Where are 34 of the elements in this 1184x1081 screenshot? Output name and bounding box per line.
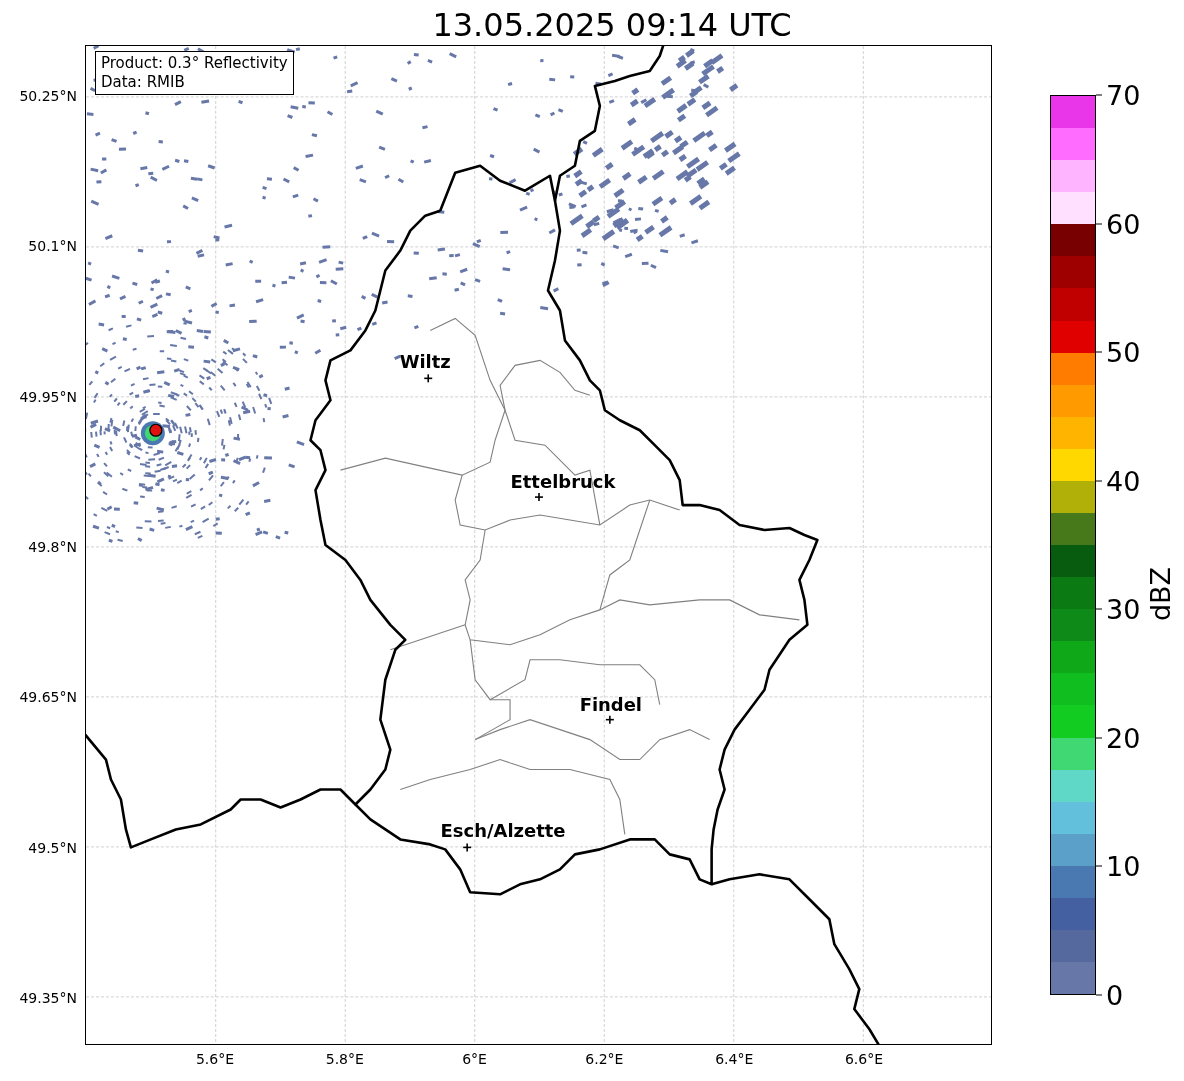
city-label: Wiltz	[399, 351, 451, 373]
info-text: Product: 0.3° Reflectivity	[101, 54, 288, 73]
scale-tick-label: 70	[1096, 81, 1141, 109]
longitude-label: 6.6°E	[844, 1051, 884, 1067]
scale-tick-label: 30	[1096, 595, 1141, 623]
latitude-label: 49.8°N	[28, 538, 77, 555]
info-text: Data: RMIB	[101, 72, 186, 92]
longitude-label: 5.6°E	[195, 1051, 235, 1067]
scale-unit-label: dBZ	[1144, 566, 1176, 622]
latitude-label: 49.35°N	[19, 989, 77, 1006]
longitude-label: 6.2°E	[585, 1051, 624, 1067]
latitude-label: 49.5°N	[28, 839, 77, 856]
longitude-label: 6°E	[462, 1051, 487, 1067]
city-label: Esch/Alzette	[440, 820, 566, 842]
longitude-label: 6.4°E	[715, 1051, 754, 1067]
city-label: Ettelbruck	[510, 471, 616, 493]
latitude-label: 50.25°N	[19, 88, 77, 104]
plus-marker-icon	[462, 842, 472, 853]
longitude-label: 5.8°E	[325, 1051, 364, 1067]
scale-tick-label: 50	[1096, 338, 1141, 366]
plus-marker-icon	[423, 373, 434, 384]
city-label: Findel	[579, 693, 643, 715]
latitude-label: 49.95°N	[19, 388, 77, 405]
latitude-label: 50.1°N	[28, 238, 77, 255]
radar-site-icon	[140, 421, 165, 446]
chart-title: 13.05.2025 09:14 UTC	[432, 9, 792, 45]
scale-tick-label: 60	[1096, 210, 1141, 238]
scale-tick-label: 0	[1096, 981, 1124, 1009]
plus-marker-icon	[534, 492, 544, 502]
plus-marker-icon	[605, 714, 615, 725]
scale-tick-label: 10	[1096, 852, 1141, 880]
scale-tick-label: 40	[1096, 467, 1141, 495]
scale-tick-label: 20	[1096, 724, 1141, 752]
latitude-label: 49.65°N	[19, 689, 77, 706]
